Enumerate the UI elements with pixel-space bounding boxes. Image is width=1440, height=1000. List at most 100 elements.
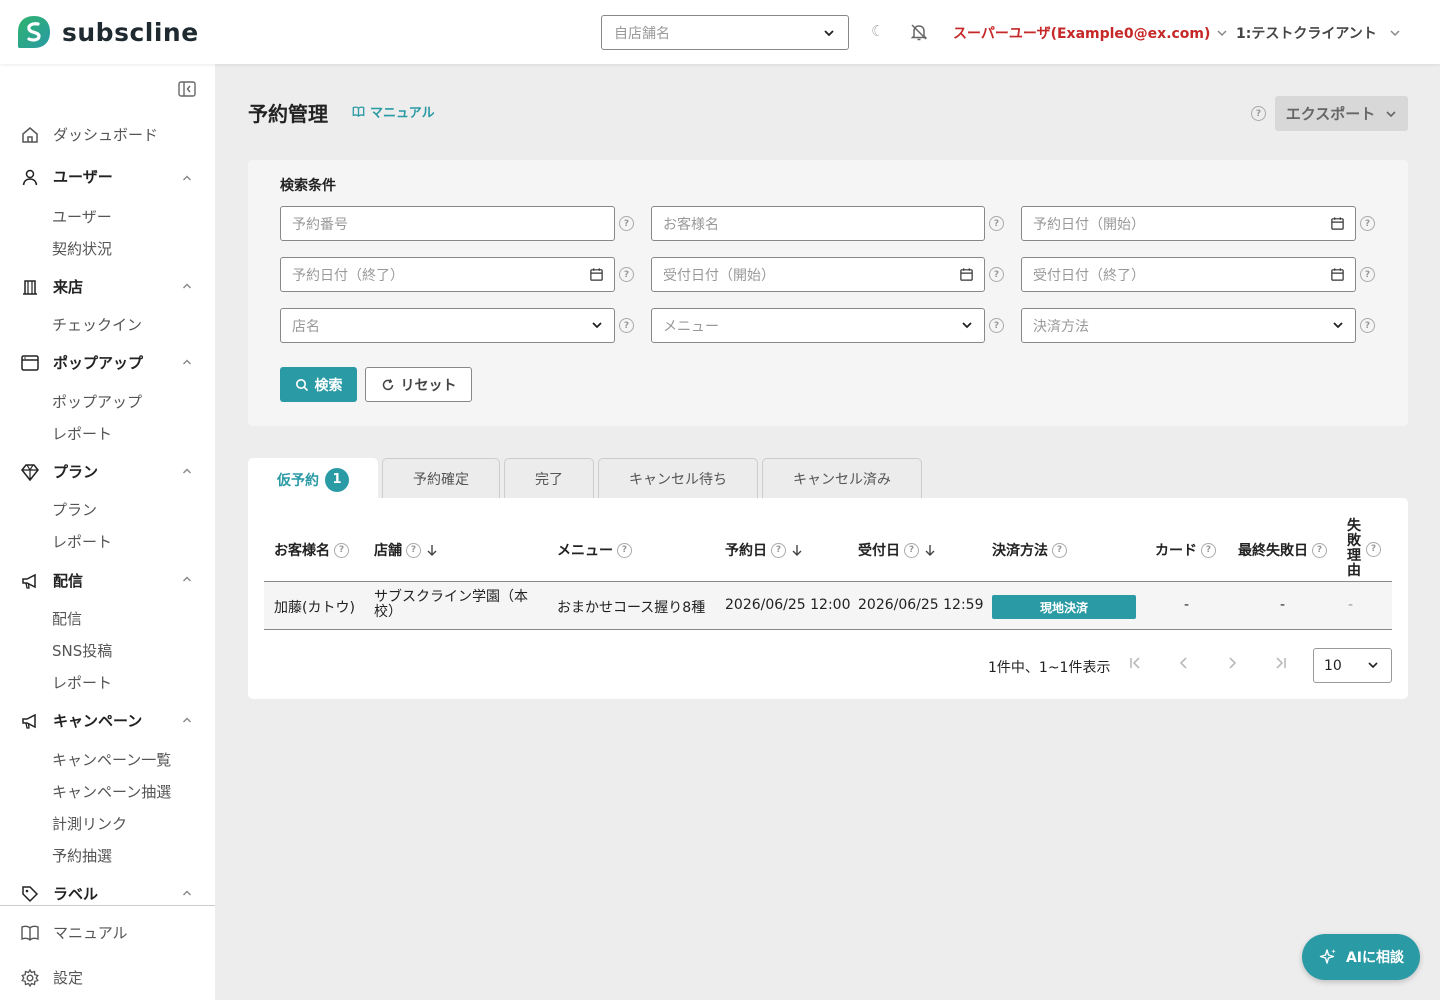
sidebar-section-delivery[interactable]: 配信 [20, 570, 83, 591]
page-size-select[interactable]: 10 [1313, 648, 1392, 683]
previous-page-icon[interactable] [1176, 655, 1192, 671]
sidebar-section-popup[interactable]: ポップアップ [20, 352, 143, 373]
tab-label: 仮予約 [277, 472, 319, 489]
sort-arrow-down-icon[interactable] [425, 543, 439, 557]
help-icon[interactable]: ? [1052, 542, 1067, 558]
sidebar-item-popup[interactable]: ポップアップ [52, 391, 142, 412]
help-icon[interactable]: ? [904, 542, 919, 558]
accepted-date-end-input[interactable]: 受付日付（終了） [1021, 257, 1356, 292]
theme-toggle-icon[interactable]: ☾ [871, 22, 884, 40]
cell-menu: おまかせコース握り8種 [557, 600, 706, 616]
sidebar-item-dashboard[interactable]: ダッシュボード [20, 124, 158, 145]
tab-completed[interactable]: 完了 [504, 458, 594, 499]
notification-off-icon[interactable] [909, 22, 929, 42]
help-icon[interactable]: ? [989, 216, 1004, 231]
reservation-date-end-input[interactable]: 予約日付（終了） [280, 257, 615, 292]
accepted-date-start-input[interactable]: 受付日付（開始） [651, 257, 985, 292]
diamond-icon [21, 463, 39, 481]
calendar-icon[interactable] [589, 267, 604, 282]
help-icon[interactable]: ? [406, 542, 421, 558]
help-icon[interactable]: ? [334, 542, 349, 558]
sidebar-section-plan[interactable]: プラン [20, 461, 98, 482]
help-icon[interactable]: ? [619, 216, 634, 231]
store-select[interactable]: 自店舗名 [601, 15, 849, 50]
help-icon[interactable]: ? [771, 542, 786, 558]
sidebar-section-label-tags[interactable]: ラベル [20, 883, 98, 904]
sidebar-item-campaign-lottery[interactable]: キャンペーン抽選 [52, 781, 171, 802]
tab-cancelled[interactable]: キャンセル済み [762, 458, 922, 499]
sidebar-collapse-icon[interactable] [177, 79, 197, 99]
sidebar-section-visit[interactable]: 来店 [20, 276, 83, 297]
table-row[interactable]: 加藤(カトウ) サブスクライン学園（本校） おまかせコース握り8種 2026/0… [264, 582, 1392, 630]
help-icon[interactable]: ? [619, 267, 634, 282]
tab-waitlist[interactable]: キャンセル待ち [598, 458, 758, 499]
sidebar-section-user[interactable]: ユーザー [20, 166, 113, 187]
sidebar-item-users[interactable]: ユーザー [52, 206, 112, 227]
help-icon[interactable]: ? [617, 542, 632, 558]
sort-arrow-down-icon[interactable] [790, 543, 804, 557]
chevron-up-icon[interactable] [181, 465, 193, 477]
ai-consult-button[interactable]: AIに相談 [1302, 934, 1420, 980]
help-icon[interactable]: ? [1251, 106, 1266, 121]
help-icon[interactable]: ? [989, 267, 1004, 282]
sidebar-item-plan-report[interactable]: レポート [52, 531, 112, 552]
help-icon[interactable]: ? [1360, 216, 1375, 231]
help-icon[interactable]: ? [1201, 542, 1216, 558]
sidebar-item-delivery[interactable]: 配信 [52, 608, 82, 629]
first-page-icon[interactable] [1128, 655, 1144, 671]
store-select-placeholder: 自店舗名 [614, 25, 670, 42]
last-page-icon[interactable] [1272, 655, 1288, 671]
customer-name-input[interactable]: お客様名 [651, 206, 985, 241]
tab-provisional[interactable]: 仮予約 1 [248, 458, 378, 500]
top-header: subscline 自店舗名 ☾ スーパーユーザ(Example0@ex.com… [0, 0, 1440, 64]
user-menu[interactable]: スーパーユーザ(Example0@ex.com) [953, 23, 1228, 43]
help-icon[interactable]: ? [1312, 542, 1327, 558]
chevron-up-icon[interactable] [181, 573, 193, 585]
sidebar-section-campaign[interactable]: キャンペーン [20, 710, 142, 731]
sidebar-item-popup-report[interactable]: レポート [52, 423, 112, 444]
sidebar-item-delivery-report[interactable]: レポート [52, 672, 112, 693]
help-icon[interactable]: ? [1366, 541, 1381, 557]
calendar-icon[interactable] [1330, 267, 1345, 282]
search-button[interactable]: 検索 [280, 367, 357, 402]
export-button[interactable]: エクスポート [1275, 96, 1408, 131]
help-icon[interactable]: ? [619, 318, 634, 333]
help-icon[interactable]: ? [1360, 267, 1375, 282]
calendar-icon[interactable] [1330, 216, 1345, 231]
manual-link[interactable]: マニュアル [352, 102, 435, 121]
sidebar-item-tracking-link[interactable]: 計測リンク [52, 813, 127, 834]
chevron-up-icon[interactable] [181, 714, 193, 726]
sidebar-item-reservation-lottery[interactable]: 予約抽選 [52, 845, 112, 866]
sort-arrow-down-icon[interactable] [923, 543, 937, 557]
client-menu[interactable]: 1:テストクライアント [1236, 23, 1401, 43]
reservation-number-input[interactable]: 予約番号 [280, 206, 615, 241]
tab-confirmed[interactable]: 予約確定 [382, 458, 500, 499]
column-header-accepted-date[interactable]: 受付日 ? [858, 540, 937, 560]
store-select-filter[interactable]: 店名 [280, 308, 615, 343]
sidebar-item-sns-post[interactable]: SNS投稿 [52, 640, 112, 661]
sidebar-item-plan[interactable]: プラン [52, 499, 97, 520]
sidebar-item-manual[interactable]: マニュアル [20, 922, 128, 943]
reservation-date-start-input[interactable]: 予約日付（開始） [1021, 206, 1356, 241]
search-icon [295, 378, 308, 391]
field-placeholder: 予約日付（終了） [292, 267, 404, 284]
cell-fail-reason: - [1348, 597, 1354, 613]
chevron-up-icon[interactable] [181, 280, 193, 292]
app-logo[interactable]: subscline [16, 14, 199, 50]
chevron-up-icon[interactable] [181, 172, 193, 184]
chevron-up-icon[interactable] [181, 887, 193, 899]
column-header-reservation-date[interactable]: 予約日 ? [725, 540, 804, 560]
help-icon[interactable]: ? [1360, 318, 1375, 333]
sidebar-item-settings[interactable]: 設定 [20, 967, 83, 988]
sidebar-item-campaign-list[interactable]: キャンペーン一覧 [52, 749, 171, 770]
menu-select-filter[interactable]: メニュー [651, 308, 985, 343]
payment-method-select-filter[interactable]: 決済方法 [1021, 308, 1356, 343]
column-header-store[interactable]: 店舗 ? [374, 540, 439, 560]
reset-button[interactable]: リセット [365, 367, 472, 402]
chevron-up-icon[interactable] [181, 356, 193, 368]
help-icon[interactable]: ? [989, 318, 1004, 333]
sidebar-item-contracts[interactable]: 契約状況 [52, 238, 112, 259]
sidebar-item-checkin[interactable]: チェックイン [52, 314, 142, 335]
calendar-icon[interactable] [959, 267, 974, 282]
next-page-icon[interactable] [1224, 655, 1240, 671]
